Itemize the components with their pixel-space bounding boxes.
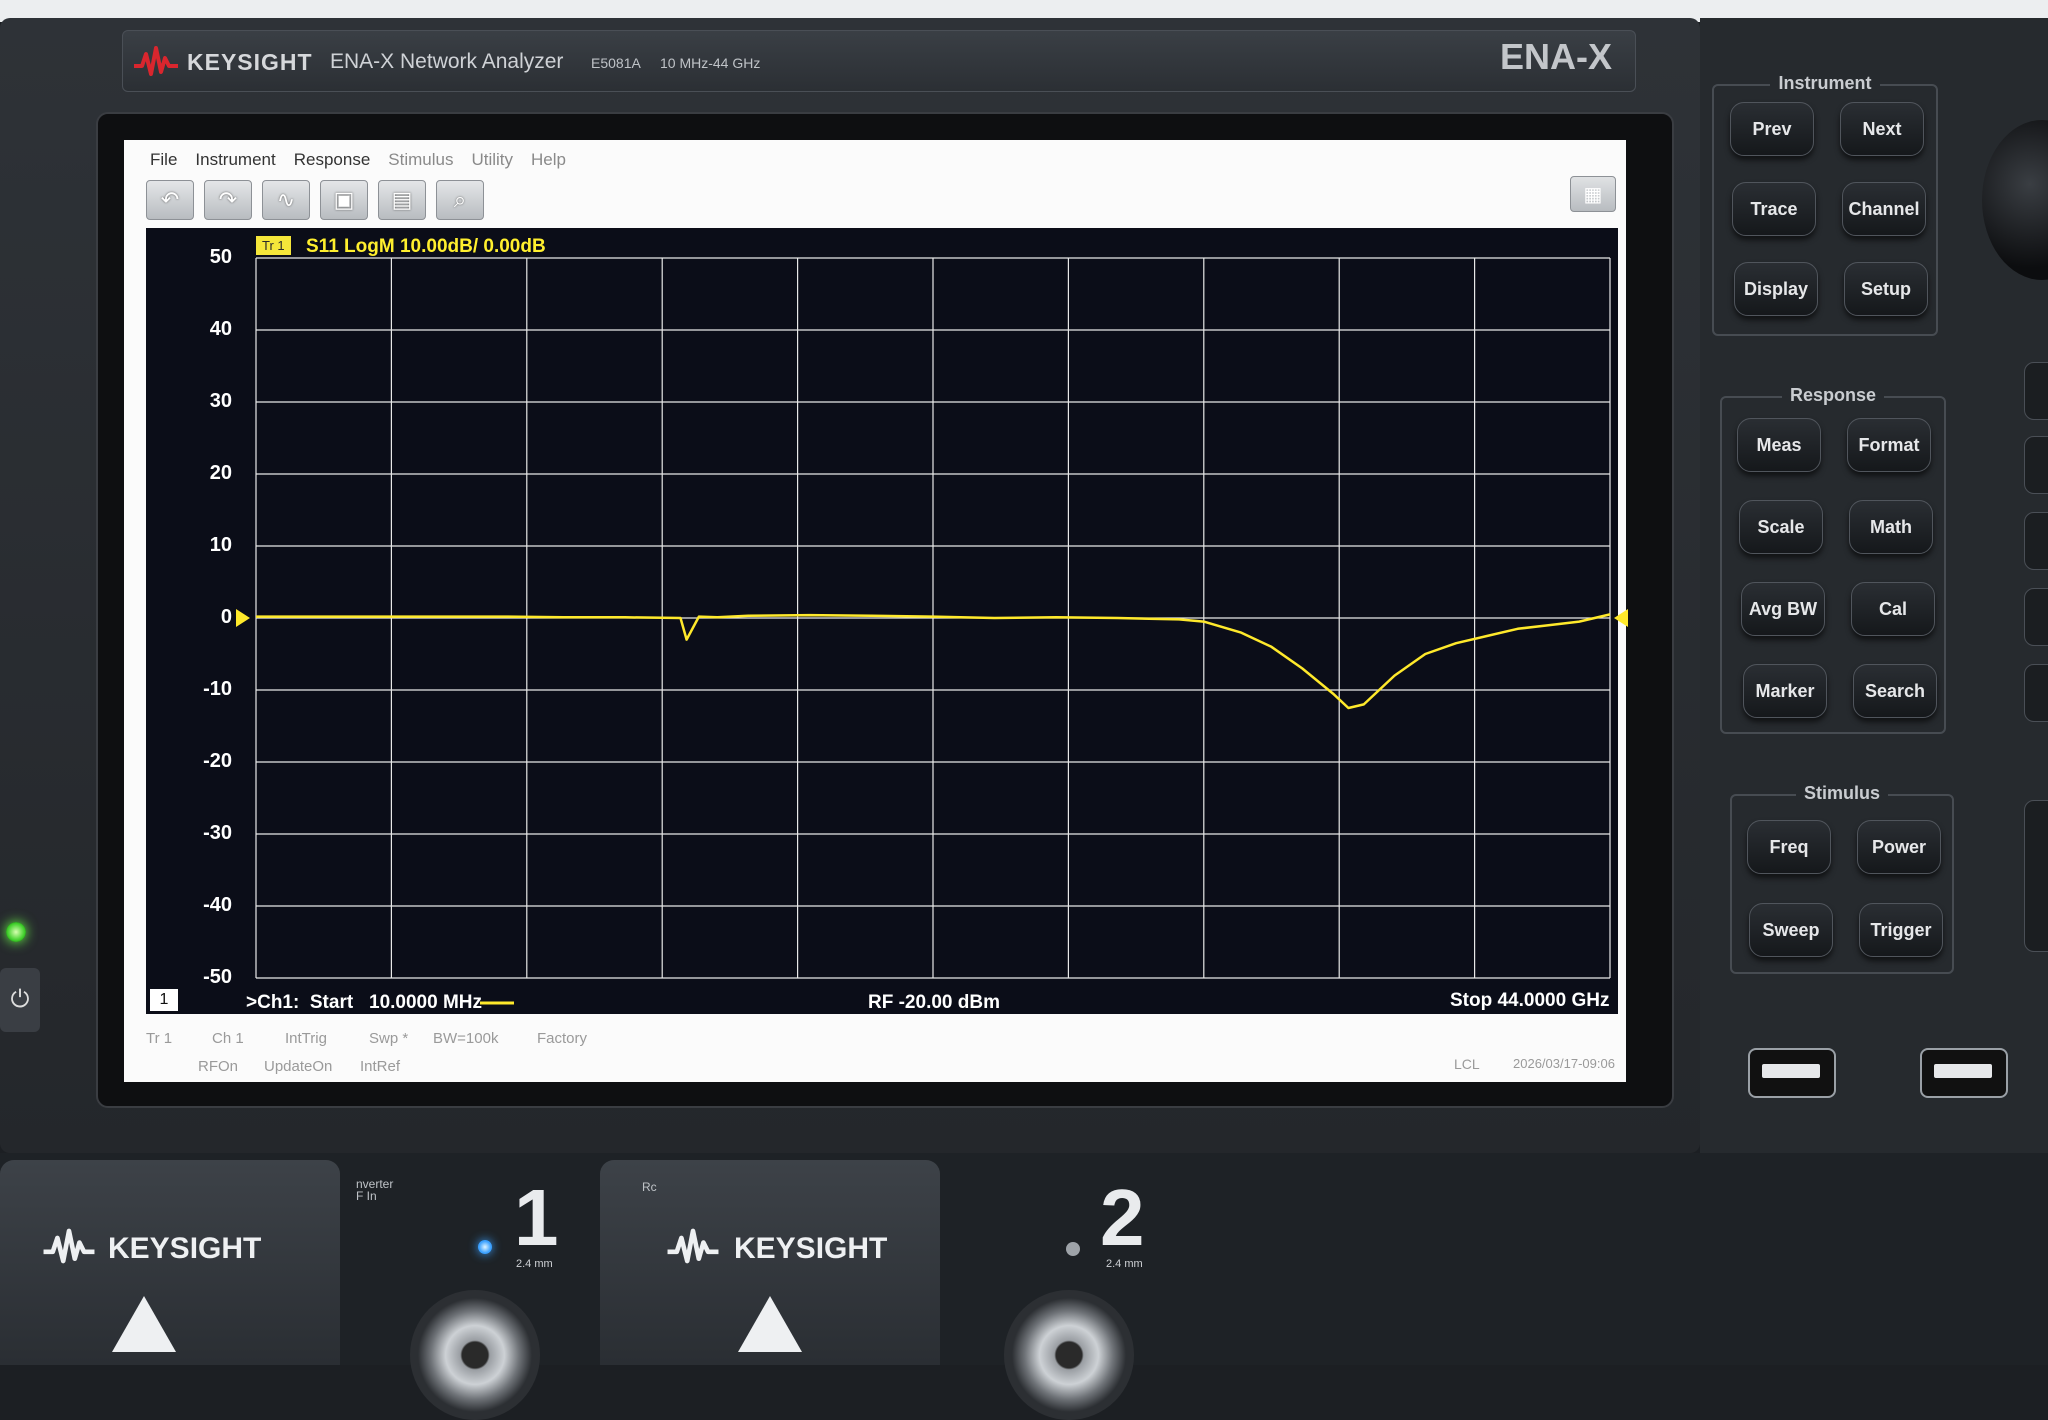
trace-label: S11 LogM 10.00dB/ 0.00dB <box>306 236 546 257</box>
trace-key[interactable]: Trace <box>1732 182 1816 236</box>
next-key[interactable]: Next <box>1840 102 1924 156</box>
meas-key[interactable]: Meas <box>1737 418 1821 472</box>
warning-icon <box>738 1296 802 1352</box>
cal-key[interactable]: Cal <box>1851 582 1935 636</box>
format-key[interactable]: Format <box>1847 418 1931 472</box>
rf-power[interactable]: RF -20.00 dBm <box>868 992 1000 1014</box>
status-datetime: 2026/03/17-09:06 <box>1513 1056 1615 1071</box>
cover-brand: KEYSIGHT <box>108 1232 262 1265</box>
y-tick-label: -40 <box>203 894 232 916</box>
side-key-3[interactable] <box>2024 512 2048 570</box>
port2-connector[interactable] <box>1004 1290 1134 1420</box>
status-bandwidth: BW=100k <box>433 1030 499 1047</box>
side-key-5[interactable] <box>2024 664 2048 722</box>
display-key[interactable]: Display <box>1734 262 1818 316</box>
y-tick-label: 0 <box>220 606 232 628</box>
channel-key[interactable]: Channel <box>1842 182 1926 236</box>
stop-frequency[interactable]: Stop 44.0000 GHz <box>1450 990 1609 1012</box>
port2-indicator <box>1066 1242 1080 1256</box>
y-tick-label: 50 <box>209 246 232 268</box>
usb-port-1[interactable] <box>1748 1048 1836 1098</box>
power-key[interactable]: Power <box>1857 820 1941 874</box>
status-ref: IntRef <box>360 1058 401 1075</box>
trigger-key[interactable]: Trigger <box>1859 903 1943 957</box>
start-frequency[interactable]: >Ch1: Start 10.0000 MHz <box>246 992 482 1014</box>
port1-size: 2.4 mm <box>516 1258 553 1270</box>
search-key[interactable]: Search <box>1853 664 1937 718</box>
port2-number: 2 <box>1100 1173 1145 1262</box>
sweep-key[interactable]: Sweep <box>1749 903 1833 957</box>
y-tick-label: 30 <box>209 390 232 412</box>
side-key-2[interactable] <box>2024 436 2048 494</box>
power-icon: ⏻ <box>10 986 30 1013</box>
y-tick-label: -10 <box>203 678 232 700</box>
y-tick-label: -50 <box>203 966 232 988</box>
math-key[interactable]: Math <box>1849 500 1933 554</box>
status-bar-row1: Tr 1 Ch 1 IntTrig Swp * BW=100k Factory <box>146 1030 587 1047</box>
port1-led <box>478 1240 492 1254</box>
setup-key[interactable]: Setup <box>1844 262 1928 316</box>
instrument-title: Instrument <box>1770 73 1880 93</box>
y-tick-label: 10 <box>209 534 232 556</box>
trace-color-swatch <box>480 1001 514 1005</box>
reference-marker-left <box>236 609 250 627</box>
status-lcl: LCL <box>1454 1056 1480 1072</box>
keysight-logo-icon <box>667 1228 719 1264</box>
prev-key[interactable]: Prev <box>1730 102 1814 156</box>
status-trace: Tr 1 <box>146 1030 173 1047</box>
side-key-1[interactable] <box>2024 362 2048 420</box>
y-tick-label: 40 <box>209 318 232 340</box>
side-key-6[interactable] <box>2024 800 2048 952</box>
power-led <box>6 922 26 942</box>
y-tick-label: -20 <box>203 750 232 772</box>
warning-icon <box>112 1296 176 1352</box>
response-title: Response <box>1781 385 1885 405</box>
usb-port-2[interactable] <box>1920 1048 2008 1098</box>
y-tick-label: 20 <box>209 462 232 484</box>
side-key-4[interactable] <box>2024 588 2048 646</box>
keysight-logo-icon <box>43 1228 95 1264</box>
status-trigger: IntTrig <box>285 1030 327 1047</box>
port2-size: 2.4 mm <box>1106 1258 1143 1270</box>
status-cal: Factory <box>537 1030 588 1047</box>
status-channel: Ch 1 <box>212 1030 244 1047</box>
status-bar-row2: RFOn UpdateOn IntRef <box>198 1058 400 1075</box>
side-label-converter: nverter F In <box>356 1177 394 1203</box>
channel-badge[interactable]: 1 <box>150 989 178 1011</box>
port1-connector[interactable] <box>410 1290 540 1420</box>
status-sweep: Swp * <box>369 1030 409 1047</box>
side-label-rc: Rc <box>642 1180 657 1194</box>
marker-key[interactable]: Marker <box>1743 664 1827 718</box>
avg-bw-key[interactable]: Avg BW <box>1741 582 1825 636</box>
scale-key[interactable]: Scale <box>1739 500 1823 554</box>
status-update: UpdateOn <box>264 1058 333 1075</box>
status-rf: RFOn <box>198 1058 239 1075</box>
trace-tag[interactable]: Tr 1 <box>256 236 291 255</box>
reference-marker-right <box>1614 609 1628 627</box>
y-tick-label: -30 <box>203 822 232 844</box>
port1-number: 1 <box>514 1173 559 1262</box>
power-button[interactable]: ⏻ <box>0 968 40 1032</box>
freq-key[interactable]: Freq <box>1747 820 1831 874</box>
cover-brand: KEYSIGHT <box>734 1232 888 1265</box>
stimulus-title: Stimulus <box>1795 783 1888 803</box>
